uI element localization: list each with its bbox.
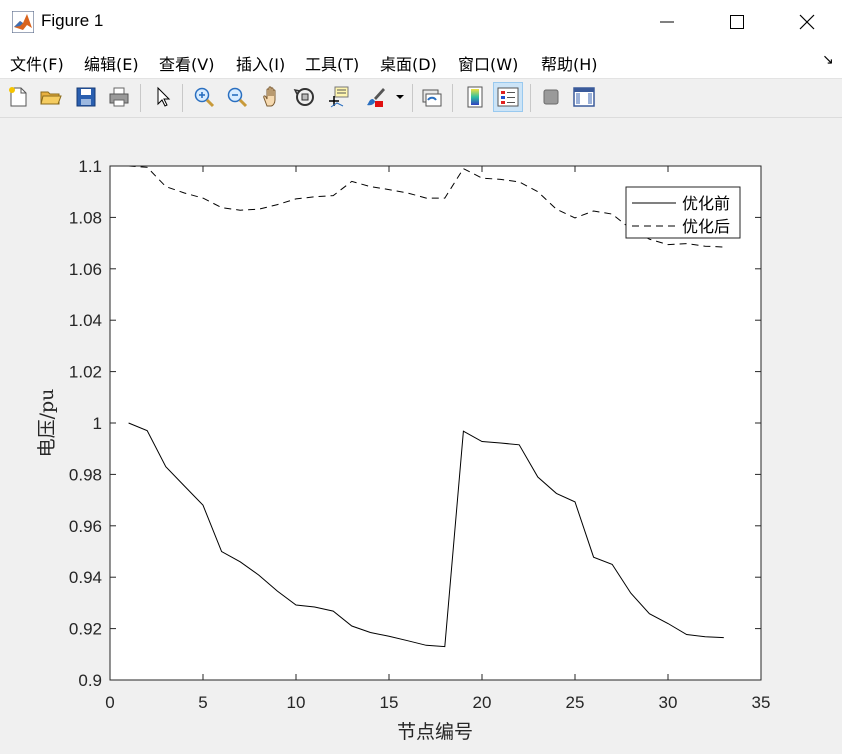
y-tick-label: 0.98 [69, 465, 102, 484]
legend[interactable]: 优化前 优化后 [625, 186, 741, 239]
brush-button[interactable] [360, 82, 390, 112]
open-file-icon [40, 91, 62, 105]
y-tick-label: 1.04 [69, 311, 102, 330]
link-plot-button[interactable] [417, 82, 447, 112]
link-plot-icon [422, 89, 442, 107]
pan-icon [263, 86, 276, 107]
y-tick-label: 0.9 [78, 671, 102, 690]
brush-dropdown-icon [396, 95, 404, 99]
figure-toolbar [0, 79, 842, 118]
window-title: Figure 1 [41, 11, 104, 30]
figure-canvas[interactable]: 0 5 10 15 20 25 30 35 0.9 0.92 0.94 0.96 0.98 1 1.02 1.… [0, 118, 842, 750]
colorbar-icon [467, 86, 483, 108]
show-plot-tools-button[interactable] [569, 82, 599, 112]
menu-item-1[interactable]: 编辑(E) [84, 51, 139, 75]
menu-item-0[interactable]: 文件(F) [10, 51, 64, 75]
x-axis-label: 节点编号 [397, 721, 473, 743]
maximize-icon [730, 15, 744, 29]
y-tick-label: 1.08 [69, 208, 102, 227]
toolbar-separator [530, 84, 531, 112]
menu-item-7[interactable]: 帮助(H) [541, 51, 598, 75]
pan-button[interactable] [257, 82, 287, 112]
matlab-logo-icon [12, 11, 34, 33]
y-tick-label: 0.94 [69, 568, 102, 587]
data-cursor-icon [329, 86, 349, 108]
legend-label-before: 优化前 [682, 194, 730, 213]
menu-item-4[interactable]: 工具(T) [305, 51, 359, 75]
brush-icon [367, 88, 385, 107]
print-button[interactable] [104, 82, 134, 112]
y-tick-label: 1.02 [69, 363, 102, 382]
save-button[interactable] [71, 82, 101, 112]
y-tick-label: 0.96 [69, 517, 102, 536]
x-tick-label: 35 [752, 693, 771, 712]
y-tick-label: 1.06 [69, 260, 102, 279]
toolbar-separator [182, 84, 183, 112]
y-tick-label: 1.1 [78, 157, 102, 176]
new-figure-icon [9, 87, 27, 107]
print-icon [109, 87, 129, 107]
title-bar: Figure 1 [0, 0, 842, 44]
data-cursor-button[interactable] [324, 82, 354, 112]
zoom-out-icon [227, 87, 248, 108]
hide-plot-tools-button[interactable] [536, 82, 566, 112]
minimize-button[interactable] [632, 0, 702, 44]
menu-item-2[interactable]: 查看(V) [159, 51, 214, 75]
x-tick-label: 0 [105, 693, 114, 712]
axes-background [110, 166, 761, 680]
new-figure-button[interactable] [3, 82, 33, 112]
menu-item-3[interactable]: 插入(I) [236, 51, 285, 75]
maximize-button[interactable] [702, 0, 772, 44]
menu-item-5[interactable]: 桌面(D) [380, 51, 437, 75]
x-tick-label: 15 [380, 693, 399, 712]
open-file-button[interactable] [36, 82, 66, 112]
zoom-in-button[interactable] [189, 82, 219, 112]
y-tick-label: 1 [93, 414, 102, 433]
show-plot-tools-icon [573, 87, 595, 107]
legend-label-after: 优化后 [682, 217, 730, 236]
x-tick-label: 10 [287, 693, 306, 712]
undock-icon[interactable]: ↘ [822, 52, 834, 68]
y-tick-label: 0.92 [69, 620, 102, 639]
hide-plot-tools-icon [543, 89, 559, 105]
minimize-icon [660, 21, 674, 23]
voltage-line-chart[interactable]: 0 5 10 15 20 25 30 35 0.9 0.92 0.94 0.96 0.98 1 1.02 1.… [0, 118, 842, 750]
close-icon [799, 14, 815, 30]
menu-item-6[interactable]: 窗口(W) [458, 51, 518, 75]
colorbar-button[interactable] [460, 82, 490, 112]
legend-icon [497, 87, 519, 107]
brush-dropdown-button[interactable] [392, 82, 408, 112]
zoom-out-button[interactable] [222, 82, 252, 112]
x-tick-label: 25 [566, 693, 585, 712]
x-tick-label: 20 [473, 693, 492, 712]
y-axis-label: 电压/pu [36, 389, 58, 458]
edit-plot-icon [157, 86, 171, 107]
toolbar-separator [140, 84, 141, 112]
edit-plot-button[interactable] [148, 82, 178, 112]
zoom-in-icon [194, 87, 215, 108]
menu-bar: 文件(F) 编辑(E) 查看(V) 插入(I) 工具(T) 桌面(D) 窗口(W) 帮助(H) [0, 44, 842, 79]
legend-button[interactable] [493, 82, 523, 112]
rotate-3d-icon [293, 88, 314, 106]
x-tick-label: 5 [198, 693, 207, 712]
save-icon [76, 87, 96, 107]
close-button[interactable] [772, 0, 842, 44]
toolbar-separator [412, 84, 413, 112]
toolbar-separator [452, 84, 453, 112]
rotate-3d-button[interactable] [290, 82, 320, 112]
x-tick-label: 30 [659, 693, 678, 712]
